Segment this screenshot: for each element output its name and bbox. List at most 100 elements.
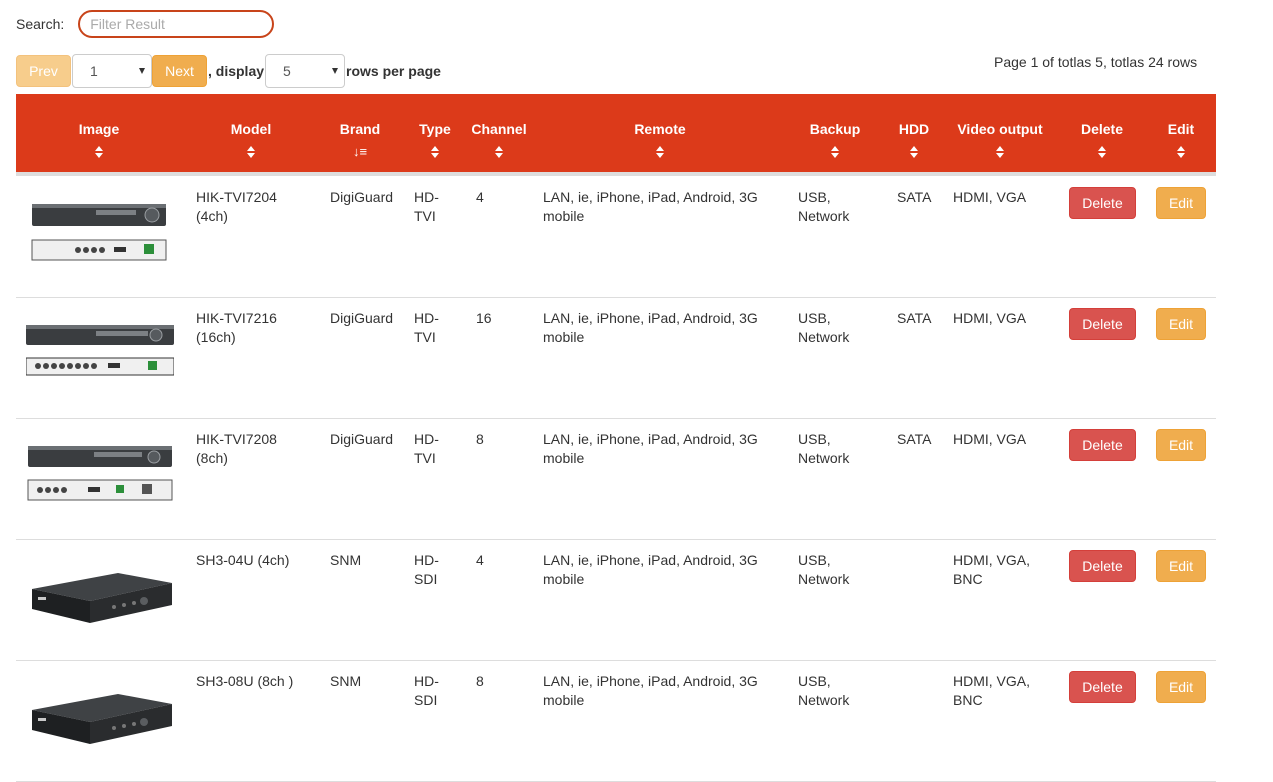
page-info: Page 1 of totlas 5, totlas 24 rows: [994, 54, 1198, 70]
column-header-backup[interactable]: Backup: [802, 121, 868, 160]
type-cell: HD-TVI: [414, 189, 439, 224]
delete-button[interactable]: Delete: [1069, 187, 1136, 219]
sort-icon: [494, 144, 504, 160]
sort-ascending-icon: ↓≡: [352, 144, 368, 159]
search-label: Search:: [16, 16, 65, 32]
hdd-cell: SATA: [897, 431, 932, 447]
backup-cell: USB, Network: [798, 673, 850, 708]
column-header-edit[interactable]: Edit: [1158, 121, 1204, 160]
column-header-label: Image: [78, 121, 120, 137]
column-header-label: Model: [230, 121, 272, 137]
brand-cell: SNM: [330, 552, 362, 568]
delete-button[interactable]: Delete: [1069, 671, 1136, 703]
channel-cell: 16: [476, 310, 492, 326]
table-row: SH3-08U (8ch ) SNM HD-SDI 8 LAN, ie, iPh…: [16, 660, 1216, 782]
remote-cell: LAN, ie, iPhone, iPad, Android, 3G mobil…: [543, 310, 758, 345]
sort-icon: [430, 144, 440, 160]
type-cell: HD-SDI: [414, 673, 439, 708]
column-header-model[interactable]: Model: [219, 121, 283, 160]
sort-icon: [1176, 144, 1186, 160]
channel-cell: 8: [476, 673, 484, 689]
sort-icon: [909, 144, 919, 160]
next-button[interactable]: Next: [152, 55, 207, 87]
page-select[interactable]: 1: [72, 54, 152, 88]
chevron-down-icon: [332, 68, 339, 74]
table-row: HIK-TVI7216 (16ch) DigiGuard HD-TVI 16 L…: [16, 297, 1216, 419]
edit-button[interactable]: Edit: [1156, 671, 1206, 703]
dvr-front-back-4ch-image: [31, 204, 167, 261]
type-cell: HD-TVI: [414, 310, 439, 345]
column-header-channel[interactable]: Channel: [467, 121, 531, 160]
video-output-cell: HDMI, VGA, BNC: [953, 552, 1031, 587]
table-row: SH3-04U (4ch) SNM HD-SDI 4 LAN, ie, iPho…: [16, 539, 1216, 661]
hdd-cell: SATA: [897, 189, 932, 205]
column-header-hdd[interactable]: HDD: [891, 121, 937, 160]
column-header-label: HDD: [898, 121, 930, 137]
edit-button[interactable]: Edit: [1156, 187, 1206, 219]
column-header-label: Edit: [1167, 121, 1195, 137]
search-input[interactable]: [78, 10, 275, 38]
table-row: HIK-TVI7204 (4ch) DigiGuard HD-TVI 4 LAN…: [16, 176, 1216, 298]
type-cell: HD-SDI: [414, 552, 439, 587]
display-label: , display: [208, 63, 265, 79]
channel-cell: 4: [476, 552, 484, 568]
column-header-video-output[interactable]: Video output: [951, 121, 1049, 160]
hdd-cell: SATA: [897, 310, 932, 326]
sort-icon: [1097, 144, 1107, 160]
brand-cell: DigiGuard: [330, 310, 394, 326]
edit-button[interactable]: Edit: [1156, 550, 1206, 582]
model-cell: HIK-TVI7204 (4ch): [196, 189, 277, 224]
rows-per-page-label: rows per page: [346, 63, 441, 79]
column-header-label: Type: [419, 121, 451, 137]
table-header: Image Model Brand ↓≡ Type Channel Remote…: [16, 94, 1216, 176]
page-select-value: 1: [90, 63, 98, 79]
backup-cell: USB, Network: [798, 431, 850, 466]
pagination-controls: Prev 1 Next , display 5 rows per page: [16, 54, 441, 88]
rows-select-value: 5: [283, 63, 291, 79]
delete-button[interactable]: Delete: [1069, 308, 1136, 340]
column-header-label: Remote: [634, 121, 686, 137]
channel-cell: 8: [476, 431, 484, 447]
video-output-cell: HDMI, VGA: [953, 189, 1027, 205]
model-cell: SH3-08U (8ch ): [196, 673, 294, 689]
model-cell: HIK-TVI7208 (8ch): [196, 431, 277, 466]
remote-cell: LAN, ie, iPhone, iPad, Android, 3G mobil…: [543, 673, 758, 708]
dvr-front-back-8ch-image: [27, 446, 173, 501]
type-cell: HD-TVI: [414, 431, 439, 466]
backup-cell: USB, Network: [798, 552, 850, 587]
products-table: Image Model Brand ↓≡ Type Channel Remote…: [16, 94, 1216, 782]
model-cell: HIK-TVI7216 (16ch): [196, 310, 277, 345]
video-output-cell: HDMI, VGA, BNC: [953, 673, 1031, 708]
column-header-image[interactable]: Image: [69, 121, 129, 160]
search-bar: Search:: [16, 9, 275, 39]
column-header-label: Video output: [957, 121, 1043, 137]
column-header-remote[interactable]: Remote: [620, 121, 700, 160]
column-header-label: Delete: [1080, 121, 1124, 137]
column-header-type[interactable]: Type: [410, 121, 460, 160]
table-row: HIK-TVI7208 (8ch) DigiGuard HD-TVI 8 LAN…: [16, 418, 1216, 540]
channel-cell: 4: [476, 189, 484, 205]
remote-cell: LAN, ie, iPhone, iPad, Android, 3G mobil…: [543, 189, 758, 224]
brand-cell: SNM: [330, 673, 362, 689]
column-header-delete[interactable]: Delete: [1070, 121, 1134, 160]
prev-button[interactable]: Prev: [16, 55, 71, 87]
brand-cell: DigiGuard: [330, 431, 394, 447]
edit-button[interactable]: Edit: [1156, 429, 1206, 461]
dvr-front-back-16ch-image: [26, 325, 174, 376]
delete-button[interactable]: Delete: [1069, 429, 1136, 461]
brand-cell: DigiGuard: [330, 189, 394, 205]
delete-button[interactable]: Delete: [1069, 550, 1136, 582]
video-output-cell: HDMI, VGA: [953, 431, 1027, 447]
rows-per-page-select[interactable]: 5: [265, 54, 346, 88]
dvr-perspective-image: [32, 694, 172, 744]
column-header-label: Channel: [471, 121, 527, 137]
sort-icon: [655, 144, 665, 160]
backup-cell: USB, Network: [798, 310, 850, 345]
sort-icon: [246, 144, 256, 160]
sort-icon: [830, 144, 840, 160]
column-header-brand[interactable]: Brand ↓≡: [330, 121, 390, 160]
edit-button[interactable]: Edit: [1156, 308, 1206, 340]
sort-icon: [94, 144, 104, 160]
sort-icon: [995, 144, 1005, 160]
model-cell: SH3-04U (4ch): [196, 552, 290, 568]
